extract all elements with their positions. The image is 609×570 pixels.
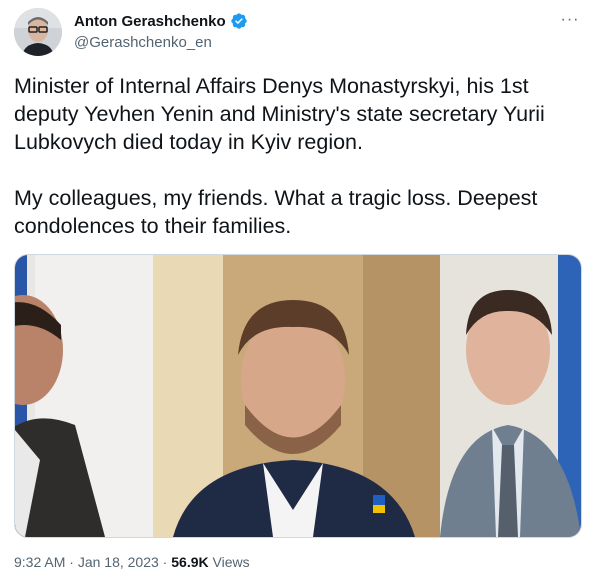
more-options-icon[interactable]: ···: [558, 10, 582, 30]
media-grid: [14, 254, 582, 538]
tweet-paragraph-1: Minister of Internal Affairs Denys Monas…: [14, 74, 545, 154]
avatar[interactable]: [14, 8, 62, 56]
author-name-row[interactable]: Anton Gerashchenko: [74, 12, 248, 30]
tweet-time[interactable]: 9:32 AM: [14, 554, 65, 570]
media-photo-2[interactable]: [153, 255, 440, 537]
tweet-card: Anton Gerashchenko @Gerashchenko_en ··· …: [0, 0, 609, 570]
views-count: 56.9K: [171, 554, 209, 570]
media-photo-1[interactable]: [15, 255, 153, 537]
tweet-date[interactable]: Jan 18, 2023: [78, 554, 159, 570]
author-display-name[interactable]: Anton Gerashchenko: [74, 13, 226, 30]
tweet-text: Minister of Internal Affairs Denys Monas…: [14, 72, 594, 240]
tweet-paragraph-2: My colleagues, my friends. What a tragic…: [14, 186, 538, 238]
media-photo-3[interactable]: [440, 255, 581, 537]
author-handle[interactable]: @Gerashchenko_en: [74, 34, 212, 51]
meta-separator: ·: [65, 554, 78, 570]
tweet-meta: 9:32 AM · Jan 18, 2023 · 56.9K Views: [14, 554, 250, 570]
meta-separator: ·: [158, 554, 172, 570]
verified-badge-icon: [231, 13, 247, 29]
views-label: Views: [208, 554, 250, 570]
